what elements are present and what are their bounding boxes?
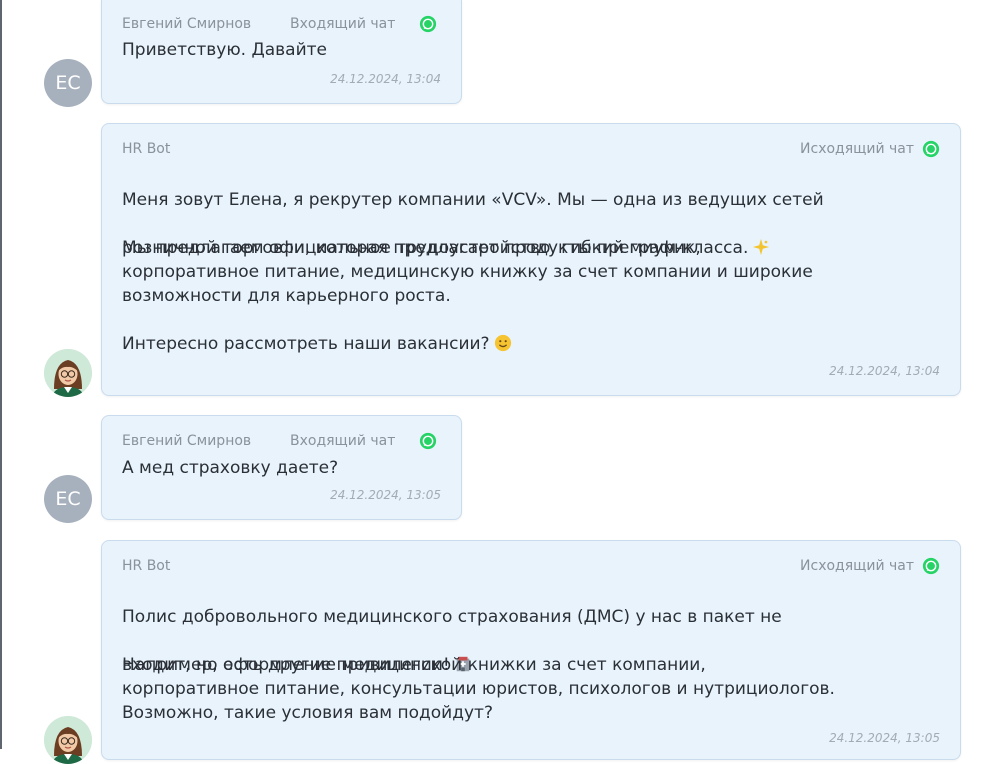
left-border (0, 0, 2, 749)
sender-name: HR Bot (122, 141, 171, 157)
chat-type-label: Исходящий чат (800, 558, 914, 574)
message-timestamp: 24.12.2024, 13:05 (330, 488, 441, 502)
avatar-initials: ЕС (44, 475, 92, 523)
incoming-message-bubble: Евгений Смирнов Входящий чат А мед страх… (101, 415, 462, 520)
chat-type-label: Входящий чат (290, 16, 396, 32)
whatsapp-icon (922, 140, 940, 158)
chat-type-label: Входящий чат (290, 433, 396, 449)
whatsapp-icon (922, 557, 940, 575)
message-text: Приветствую. Давайте (122, 40, 327, 60)
message-timestamp: 24.12.2024, 13:04 (829, 364, 940, 378)
whatsapp-icon (419, 15, 437, 33)
message-paragraph: Мы предлагаем официальное трудоустройств… (122, 238, 813, 306)
message-paragraph: Интересно рассмотреть наши вакансии? (122, 332, 940, 356)
recruiter-avatar (44, 716, 92, 764)
chat-type-label: Исходящий чат (800, 141, 914, 157)
sender-name: Евгений Смирнов (122, 16, 252, 32)
recruiter-avatar (44, 349, 92, 397)
incoming-message-bubble: Евгений Смирнов Входящий чат Приветствую… (101, 0, 462, 104)
message-line: Полис добровольного медицинского страхов… (122, 607, 782, 627)
message-timestamp: 24.12.2024, 13:05 (829, 731, 940, 745)
whatsapp-icon (419, 432, 437, 450)
sender-name: Евгений Смирнов (122, 433, 252, 449)
message-timestamp: 24.12.2024, 13:04 (330, 72, 441, 86)
message-line: Меня зовут Елена, я рекрутер компании «V… (122, 190, 824, 210)
message-text: А мед страховку даете? (122, 458, 339, 478)
outgoing-message-bubble: HR Bot Исходящий чат Полис добровольного… (101, 540, 961, 760)
outgoing-message-bubble: HR Bot Исходящий чат Меня зовут Елена, я… (101, 123, 961, 396)
smile-emoji (494, 334, 511, 352)
avatar-initials: ЕС (44, 59, 92, 107)
sender-name: HR Bot (122, 558, 171, 574)
message-paragraph: Например, оформление медицинской книжки … (122, 655, 835, 723)
